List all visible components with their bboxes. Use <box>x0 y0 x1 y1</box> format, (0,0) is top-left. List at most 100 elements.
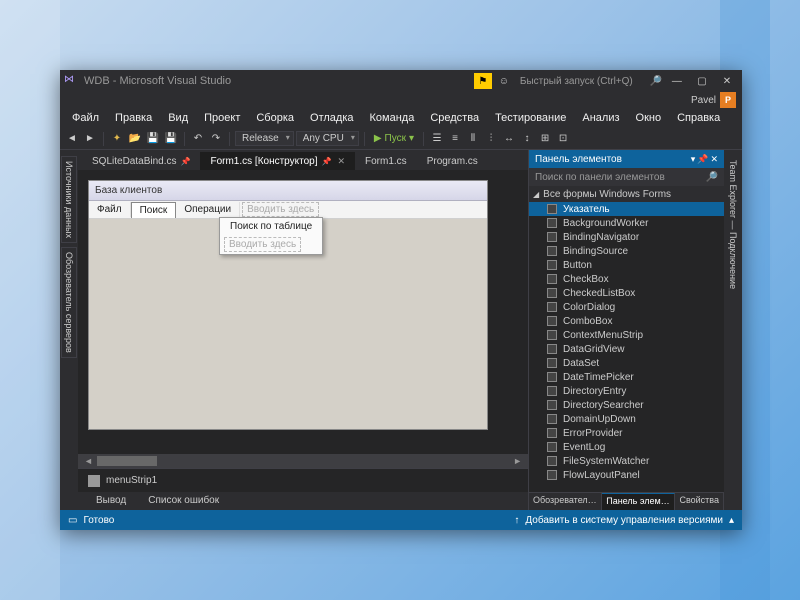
menu-вид[interactable]: Вид <box>160 110 196 126</box>
align5-icon[interactable]: ⊞ <box>537 131 553 147</box>
feedback-icon[interactable]: ☺ <box>495 73 513 89</box>
close-tab-icon[interactable]: ✕ <box>337 156 345 166</box>
save-icon[interactable]: 💾 <box>145 131 161 147</box>
doc-tab[interactable]: SQLiteDataBind.cs📌 <box>82 152 200 170</box>
designer-surface[interactable]: База клиентов ФайлПоискОперацииВводить з… <box>78 170 528 454</box>
avatar[interactable]: P <box>720 92 736 108</box>
bottom-tab[interactable]: Вывод <box>86 493 136 510</box>
toolbox-item[interactable]: DirectorySearcher <box>529 398 724 412</box>
panel-dropdown-icon[interactable]: ▾ <box>691 154 696 165</box>
right-bottom-tab[interactable]: Панель элемент... <box>602 493 675 510</box>
toolbox-item-icon <box>547 358 557 368</box>
doc-tab[interactable]: Program.cs <box>417 152 488 170</box>
toolbox-item[interactable]: BindingSource <box>529 244 724 258</box>
toolbox-item[interactable]: ErrorProvider <box>529 426 724 440</box>
doc-tab[interactable]: Form1.cs <box>355 152 417 170</box>
toolbox-item[interactable]: DataGridView <box>529 342 724 356</box>
start-button[interactable]: ▶ Пуск ▾ <box>370 133 418 144</box>
scroll-left-icon[interactable]: ◄ <box>80 456 97 466</box>
right-bottom-tab[interactable]: Свойства <box>675 493 724 510</box>
open-icon[interactable]: 📂 <box>127 131 143 147</box>
undo-icon[interactable]: ↶ <box>190 131 206 147</box>
maximize-button[interactable]: ▢ <box>691 73 713 89</box>
vcs-status[interactable]: Добавить в систему управления версиями <box>525 515 723 526</box>
align-icon[interactable]: ⫴ <box>465 131 481 147</box>
toolbox-item[interactable]: CheckBox <box>529 272 724 286</box>
tray-item[interactable]: menuStrip1 <box>106 475 157 486</box>
vcs-arrow-icon[interactable]: ▴ <box>729 515 734 526</box>
toolbox-header[interactable]: Панель элементов ▾ 📌 ✕ <box>529 150 724 168</box>
menu-тестирование[interactable]: Тестирование <box>487 110 574 126</box>
config-combo[interactable]: Release <box>235 131 294 146</box>
redo-icon[interactable]: ↷ <box>208 131 224 147</box>
toolbox-item[interactable]: DomainUpDown <box>529 412 724 426</box>
form-menu-item[interactable]: Операции <box>176 202 240 217</box>
menu-отладка[interactable]: Отладка <box>302 110 361 126</box>
dropdown-ghost-input[interactable]: Вводить здесь <box>224 237 301 252</box>
close-button[interactable]: ✕ <box>716 73 738 89</box>
vcs-add-icon[interactable]: ↑ <box>514 515 519 526</box>
menu-команда[interactable]: Команда <box>362 110 423 126</box>
pin-icon[interactable]: 📌 <box>181 157 191 166</box>
scroll-right-icon[interactable]: ► <box>509 456 526 466</box>
bottom-tab[interactable]: Список ошибок <box>138 493 229 510</box>
menu-файл[interactable]: Файл <box>64 110 107 126</box>
minimize-button[interactable]: — <box>666 73 688 89</box>
align3-icon[interactable]: ↔ <box>501 131 517 147</box>
menu-dropdown[interactable]: Поиск по таблице Вводить здесь <box>219 217 323 255</box>
quick-launch-input[interactable]: Быстрый запуск (Ctrl+Q) <box>520 76 640 87</box>
toolbox-item[interactable]: Button <box>529 258 724 272</box>
team-explorer-tab[interactable]: Team Explorer — Подключение <box>726 156 740 293</box>
component-tray[interactable]: menuStrip1 <box>78 468 528 492</box>
align2-icon[interactable]: ⫶ <box>483 131 499 147</box>
menu-анализ[interactable]: Анализ <box>574 110 627 126</box>
form-menu-item[interactable]: Поиск <box>131 202 177 218</box>
toolbox-item[interactable]: ComboBox <box>529 314 724 328</box>
left-rail-tab[interactable]: Обозреватель серверов <box>61 247 77 358</box>
horizontal-scrollbar[interactable]: ◄ ► <box>78 454 528 468</box>
scrollbar-thumb[interactable] <box>97 456 157 466</box>
toolbox-item[interactable]: BindingNavigator <box>529 230 724 244</box>
left-rail-tab[interactable]: Источники данных <box>61 156 77 243</box>
toolbox-item[interactable]: FlowLayoutPanel <box>529 468 724 482</box>
right-bottom-tab[interactable]: Обозреватель р... <box>529 493 602 510</box>
notifications-flag-icon[interactable]: ⚑ <box>474 73 492 89</box>
menu-окно[interactable]: Окно <box>628 110 670 126</box>
toolbox-item[interactable]: DataSet <box>529 356 724 370</box>
align-center-icon[interactable]: ≡ <box>447 131 463 147</box>
dropdown-item[interactable]: Поиск по таблице <box>220 218 322 235</box>
pin-icon[interactable]: 📌 <box>322 157 332 166</box>
menu-сборка[interactable]: Сборка <box>248 110 302 126</box>
toolbox-item[interactable]: DateTimePicker <box>529 370 724 384</box>
form-menu-item[interactable]: Файл <box>89 202 131 217</box>
toolbox-item[interactable]: ContextMenuStrip <box>529 328 724 342</box>
menu-проект[interactable]: Проект <box>196 110 248 126</box>
align6-icon[interactable]: ⊡ <box>555 131 571 147</box>
toolbox-item[interactable]: CheckedListBox <box>529 286 724 300</box>
panel-close-icon[interactable]: ✕ <box>710 154 718 165</box>
align-left-icon[interactable]: ☰ <box>429 131 445 147</box>
toolbox-item[interactable]: Указатель <box>529 202 724 216</box>
toolbox-item[interactable]: DirectoryEntry <box>529 384 724 398</box>
toolbox-item[interactable]: FileSystemWatcher <box>529 454 724 468</box>
menu-правка[interactable]: Правка <box>107 110 160 126</box>
toolbox-item[interactable]: BackgroundWorker <box>529 216 724 230</box>
search-icon[interactable]: 🔎 <box>647 73 665 89</box>
nav-back-icon[interactable]: ◄ <box>64 131 80 147</box>
panel-pin-icon[interactable]: 📌 <box>697 154 708 165</box>
toolbox-item[interactable]: ColorDialog <box>529 300 724 314</box>
form-menu-ghost-input[interactable]: Вводить здесь <box>242 202 319 217</box>
menu-справка[interactable]: Справка <box>669 110 728 126</box>
toolbox-search-input[interactable]: Поиск по панели элементов 🔎 <box>529 168 724 186</box>
toolbox-group-header[interactable]: ◢ Все формы Windows Forms <box>529 186 724 202</box>
nav-fwd-icon[interactable]: ► <box>82 131 98 147</box>
save-all-icon[interactable]: 💾 <box>163 131 179 147</box>
doc-tab[interactable]: Form1.cs [Конструктор]📌✕ <box>200 152 355 170</box>
form-designer-window[interactable]: База клиентов ФайлПоискОперацииВводить з… <box>88 180 488 430</box>
platform-combo[interactable]: Any CPU <box>296 131 359 146</box>
toolbox-item[interactable]: EventLog <box>529 440 724 454</box>
menu-средства[interactable]: Средства <box>422 110 487 126</box>
align4-icon[interactable]: ↕ <box>519 131 535 147</box>
user-name[interactable]: Pavel <box>691 95 716 106</box>
new-project-icon[interactable]: ✦ <box>109 131 125 147</box>
